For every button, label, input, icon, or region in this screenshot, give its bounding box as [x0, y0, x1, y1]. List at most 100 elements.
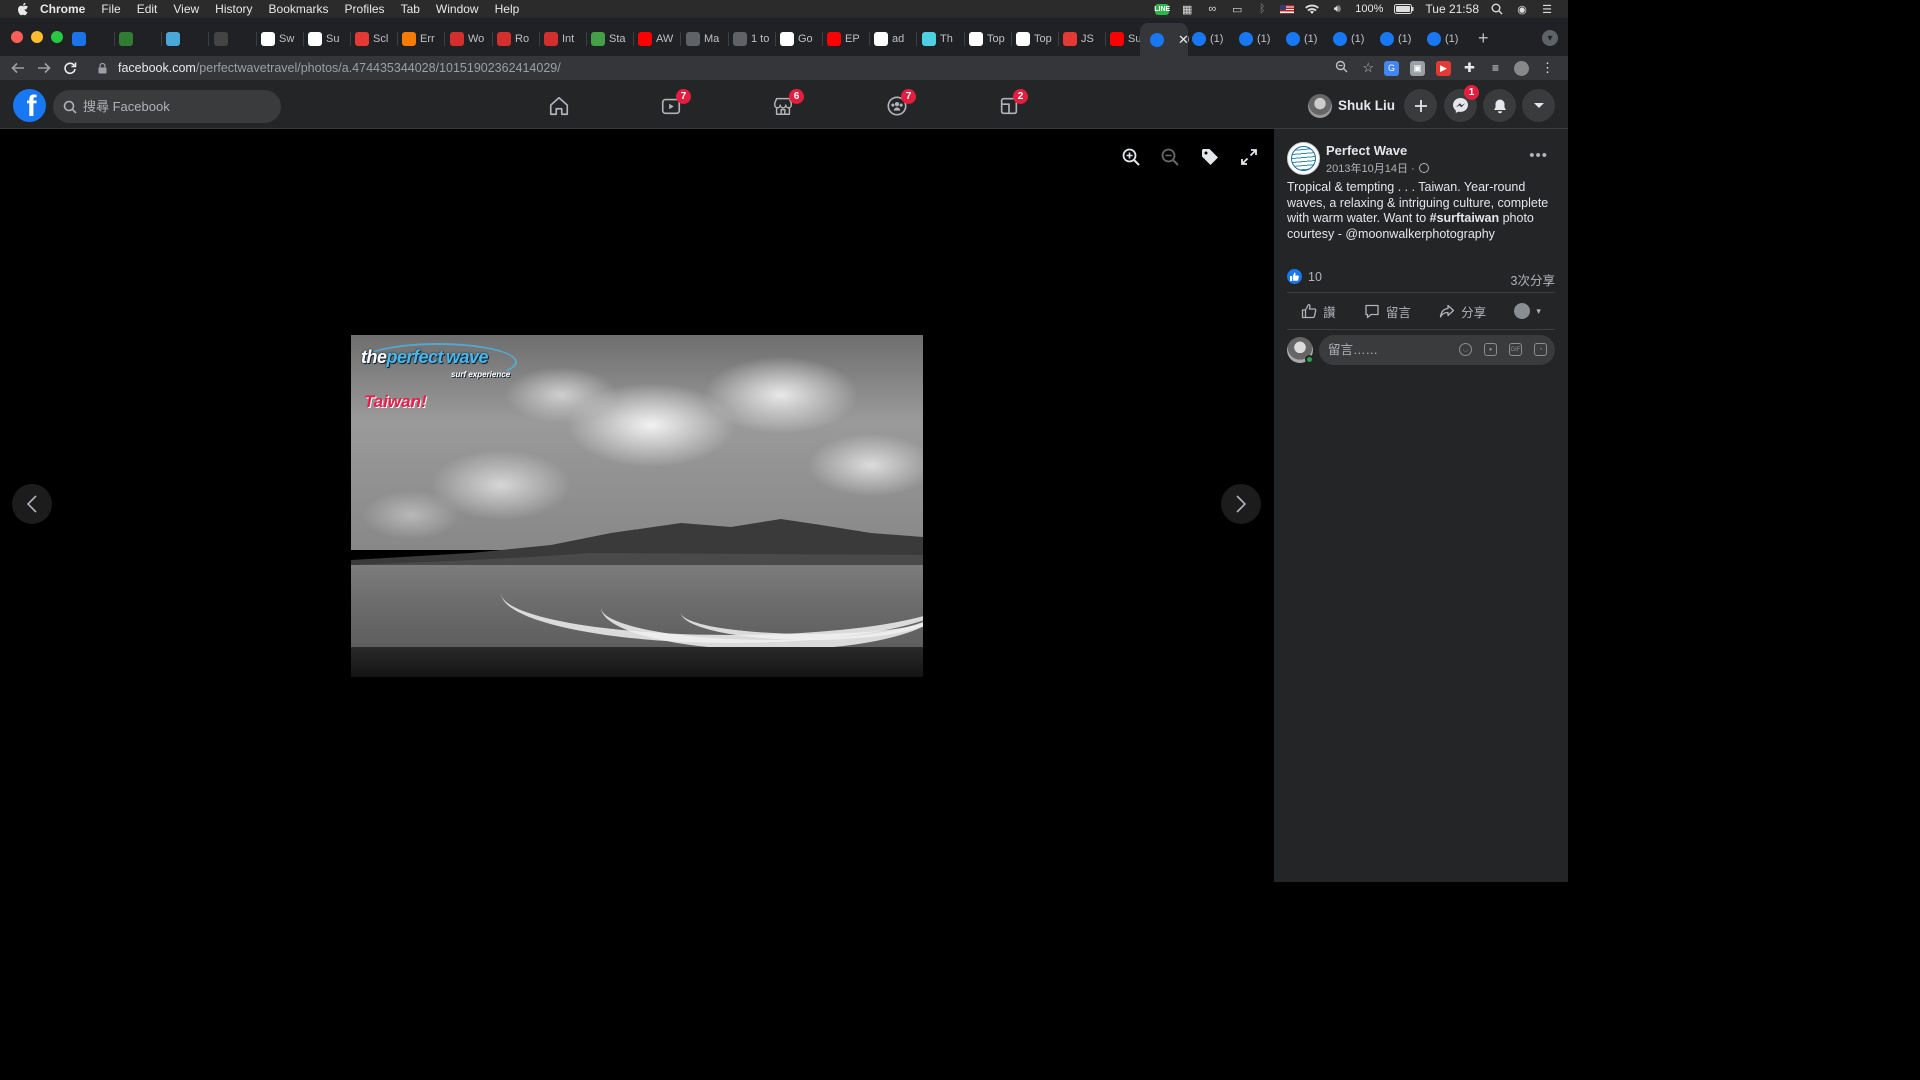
zoom-page-icon[interactable]	[1335, 60, 1348, 76]
nav-home[interactable]	[504, 84, 614, 128]
google-translate-icon[interactable]: G	[1384, 60, 1399, 76]
browser-tab[interactable]: Err	[402, 30, 443, 48]
menu-tab[interactable]: Tab	[401, 2, 420, 16]
share-button[interactable]: 分享	[1439, 302, 1486, 321]
sticker-icon[interactable]: ◔	[1534, 343, 1547, 356]
user-switch-icon[interactable]: ◉	[1515, 3, 1529, 16]
browser-tab[interactable]: EP	[827, 30, 868, 48]
browser-tab[interactable]	[119, 30, 160, 48]
share-count[interactable]: 3次分享	[1511, 270, 1555, 289]
menu-bookmarks[interactable]: Bookmarks	[269, 2, 329, 16]
browser-tab[interactable]: (1)	[1286, 30, 1328, 48]
reaction-summary[interactable]: 10	[1287, 269, 1322, 284]
minimize-window-button[interactable]	[31, 31, 43, 43]
reading-list-icon[interactable]: ≡	[1488, 61, 1503, 76]
browser-tab[interactable]	[72, 30, 113, 48]
browser-tab[interactable]: (1)	[1380, 30, 1422, 48]
browser-tab[interactable]: Sw	[261, 30, 302, 48]
menu-window[interactable]: Window	[436, 2, 479, 16]
page-avatar[interactable]	[1287, 142, 1320, 175]
close-tab-icon[interactable]: ✕	[1178, 32, 1188, 48]
comment-box[interactable]: ◡ ● GIF ◔	[1319, 335, 1555, 365]
messenger-button[interactable]: 1	[1444, 85, 1479, 122]
browser-tab[interactable]: Go	[780, 30, 821, 48]
volume-icon[interactable]: 🔊︎	[1330, 3, 1344, 15]
nav-marketplace[interactable]: 6	[728, 84, 838, 128]
more-options-icon[interactable]: •••	[1529, 147, 1548, 164]
active-browser-tab[interactable]: ✕	[1140, 23, 1188, 56]
tag-icon[interactable]	[1200, 147, 1220, 167]
facebook-logo-icon[interactable]: f	[13, 89, 46, 122]
browser-tab[interactable]: Su	[308, 30, 349, 48]
browser-tab[interactable]: AW	[638, 30, 679, 48]
reload-icon[interactable]	[57, 56, 83, 80]
browser-tab[interactable]: Sta	[591, 30, 632, 48]
spotlight-search-icon[interactable]	[1490, 3, 1504, 15]
browser-tab[interactable]: Top	[1016, 30, 1057, 48]
wifi-icon[interactable]	[1305, 3, 1320, 15]
browser-tab[interactable]: JS	[1063, 30, 1104, 48]
apple-icon[interactable]	[16, 2, 30, 16]
browser-tab[interactable]: Scl	[355, 30, 396, 48]
forward-arrow-icon[interactable]	[31, 56, 57, 80]
menu-file[interactable]: File	[101, 2, 120, 16]
next-photo-button[interactable]	[1221, 484, 1261, 524]
browser-tab[interactable]: (1)	[1239, 30, 1281, 48]
chrome-menu-kebab-icon[interactable]: ⋮	[1540, 60, 1555, 76]
zoom-in-icon[interactable]	[1121, 147, 1141, 167]
address-bar[interactable]: facebook.com/perfectwavetravel/photos/a.…	[88, 56, 1378, 80]
nav-watch[interactable]: 7	[616, 84, 726, 128]
youtube-extension-icon[interactable]: ▶	[1436, 60, 1451, 76]
input-source-flag-icon[interactable]	[1280, 4, 1295, 14]
browser-tab[interactable]: (1)	[1333, 30, 1375, 48]
emoji-icon[interactable]: ◡	[1459, 343, 1472, 356]
menu-app-name[interactable]: Chrome	[40, 2, 85, 16]
browser-tab[interactable]: ad	[874, 30, 915, 48]
browser-tab[interactable]: 1 to	[733, 30, 774, 48]
line-icon[interactable]: LINE	[1154, 3, 1170, 15]
notifications-button[interactable]	[1483, 89, 1516, 122]
back-arrow-icon[interactable]	[5, 56, 31, 80]
create-plus-button[interactable]	[1404, 89, 1437, 122]
bluetooth-icon[interactable]: ᛒ	[1255, 3, 1269, 15]
browser-tab[interactable]	[214, 30, 255, 48]
fullscreen-expand-icon[interactable]	[1239, 147, 1259, 167]
menu-history[interactable]: History	[215, 2, 252, 16]
comment-button[interactable]: 留言	[1364, 302, 1411, 321]
previous-photo-button[interactable]	[12, 484, 52, 524]
control-center-icon[interactable]: ☰	[1540, 3, 1554, 16]
gif-icon[interactable]: GIF	[1509, 343, 1522, 356]
extension-square-icon[interactable]: ▣	[1410, 60, 1425, 76]
account-menu-button[interactable]	[1522, 89, 1555, 122]
bookmark-star-icon[interactable]: ☆	[1362, 60, 1374, 76]
puzzle-extensions-icon[interactable]: ✚	[1462, 60, 1477, 76]
nav-gaming[interactable]: 2	[954, 84, 1064, 128]
menu-view[interactable]: View	[173, 2, 199, 16]
zoom-window-button[interactable]	[51, 31, 63, 43]
menu-profiles[interactable]: Profiles	[345, 2, 385, 16]
hashtag-link[interactable]: #surftaiwan	[1430, 211, 1499, 225]
page-name[interactable]: Perfect Wave	[1326, 143, 1407, 158]
glasses-icon[interactable]: ∞	[1205, 3, 1219, 15]
browser-tab[interactable]: Th	[922, 30, 963, 48]
like-button[interactable]: 讚	[1301, 302, 1336, 321]
profile-shortcut[interactable]: Shuk Liu	[1308, 89, 1395, 122]
nav-groups[interactable]: 7	[842, 84, 952, 128]
battery-icon[interactable]	[1394, 3, 1414, 15]
docker-icon[interactable]: ▦	[1180, 3, 1194, 16]
browser-tab[interactable]: Top	[969, 30, 1010, 48]
lock-icon[interactable]	[98, 62, 108, 73]
browser-tab[interactable]: Ro	[497, 30, 538, 48]
zoom-out-icon[interactable]	[1160, 147, 1180, 167]
close-window-button[interactable]	[11, 31, 23, 43]
post-timestamp[interactable]: 2013年10月14日 ·	[1326, 160, 1429, 176]
post-photo[interactable]: theperfect wave surf experience Taiwan!	[351, 335, 923, 677]
comment-input[interactable]	[1328, 343, 1438, 357]
browser-tab[interactable]: (1)	[1192, 30, 1234, 48]
new-tab-plus-icon[interactable]: +	[1478, 28, 1489, 49]
post-as-selector[interactable]: ▾	[1514, 303, 1541, 319]
browser-tab[interactable]: (1)	[1427, 30, 1469, 48]
facebook-search[interactable]	[53, 90, 281, 123]
facebook-search-input[interactable]	[83, 99, 253, 114]
airplay-icon[interactable]: ▭	[1230, 3, 1244, 16]
